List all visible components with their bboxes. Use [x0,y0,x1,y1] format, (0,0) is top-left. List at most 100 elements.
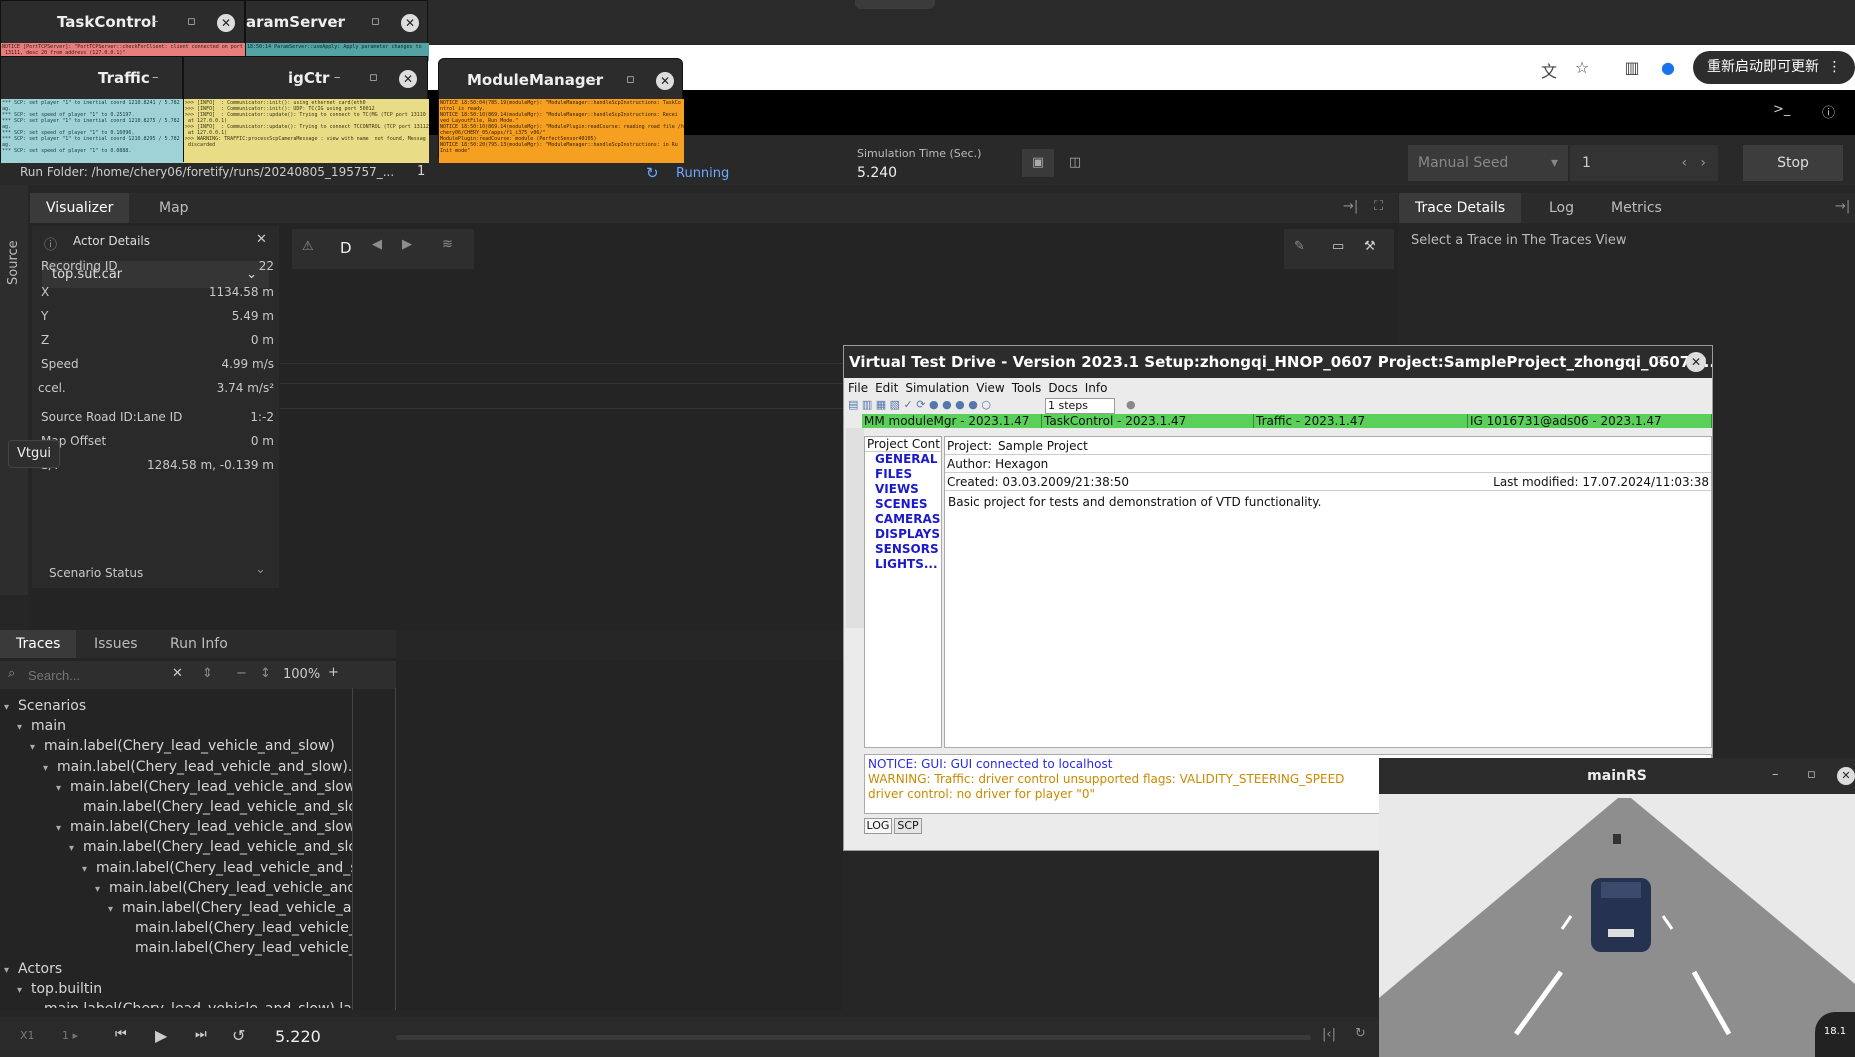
tab-metrics[interactable]: Metrics [1595,193,1678,223]
maximize-icon[interactable]: ▫ [369,57,378,99]
expand-arrow-icon[interactable]: ▾ [69,839,83,859]
skip-forward-icon[interactable]: ⏭ [195,1027,207,1042]
star-icon[interactable]: ☆ [1572,58,1592,78]
trace-tree-item[interactable]: main.label(Chery_lead_vehicle_a [121,918,352,938]
trace-tree-item[interactable]: ▾ main.label(Chery_lead_vehicle_and_ [95,878,352,898]
timeline-scrubber[interactable] [396,1035,1311,1040]
search-input[interactable] [28,665,178,685]
close-icon[interactable]: ✕ [401,14,419,32]
minimize-icon[interactable]: – [592,59,599,101]
zoom-out-icon[interactable]: − [236,666,247,681]
trace-tree-item[interactable]: main.label(Chery_lead_vehicle_and_slow [69,797,352,817]
tab-trace-details[interactable]: Trace Details [1399,193,1522,223]
fullscreen-icon[interactable]: ⛶ [1374,199,1383,214]
info-icon[interactable]: ⓘ [1822,102,1835,121]
chevron-down-icon[interactable]: ⌄ [255,562,266,577]
expand-arrow-icon[interactable]: ▾ [17,981,31,1001]
view-d-button[interactable]: D [340,239,352,257]
replay-icon[interactable]: ↺ [232,1026,245,1045]
tab-log[interactable]: Log [1533,193,1590,223]
reset-icon[interactable]: ↻ [1355,1026,1366,1041]
maximize-icon[interactable]: ▫ [371,1,380,43]
vtd-side-icons[interactable] [846,428,864,628]
menu-item[interactable]: View [976,381,1004,395]
menu-item[interactable]: Tools [1012,381,1042,395]
close-icon[interactable]: ✕ [217,14,235,32]
zoom-in-icon[interactable]: + [328,665,339,680]
trace-tree-item[interactable]: main.label(Chery_lead_vehicle_and_slow).… [30,999,352,1008]
trace-tree-item[interactable]: ▾ main [17,716,66,736]
expand-arrow-icon[interactable]: ▾ [17,718,31,738]
minimize-icon[interactable]: – [152,57,159,99]
tab-map[interactable]: Map [143,193,205,223]
camera-icon[interactable]: ▭ [1332,239,1344,254]
warning-icon[interactable]: ⚠ [302,239,314,254]
terminal-icon[interactable]: >_ [1773,102,1790,117]
arrow-right-icon[interactable]: ▶ [402,237,412,252]
close-icon[interactable]: ✕ [256,232,267,247]
source-tab[interactable]: Source [6,240,21,285]
tab-scp[interactable]: SCP [894,818,922,834]
stop-button[interactable]: Stop [1743,145,1843,181]
speed-selector[interactable]: X1 [20,1029,35,1042]
seed-value-input[interactable]: 1 ‹ › [1570,145,1718,181]
project-description[interactable]: Basic project for tests and demonstratio… [948,495,1321,509]
trace-tree-item[interactable]: ▾ Scenarios [4,696,86,716]
maximize-icon[interactable]: ▫ [1656,352,1665,367]
expand-arrow-icon[interactable]: ▾ [4,698,18,718]
project-tree-item[interactable]: DISPLAYS [865,527,941,542]
seed-mode-select[interactable]: Manual Seed ▾ [1408,145,1568,181]
trace-tree-item[interactable]: main.label(Chery_lead_vehicle_a [121,938,352,958]
expand-arrow-icon[interactable]: ▾ [56,819,70,839]
play-icon[interactable]: ▶ [155,1026,167,1045]
layout-single-button[interactable]: ▣ [1022,149,1054,177]
sidebar-icon[interactable]: ▥ [1622,58,1642,78]
toolbar-icons[interactable]: ▤ ▥ ▦ ▧ ✓ ⟳ ● ● ● ● ○ [848,398,991,411]
scenario-status[interactable]: Scenario Status [49,566,143,580]
minimize-icon[interactable]: – [1622,352,1629,367]
author-value[interactable]: Hexagon [995,457,1048,471]
expand-arrow-icon[interactable]: ▾ [95,880,109,900]
project-tree-item[interactable]: SCENES [865,497,941,512]
menu-item[interactable]: Edit [875,381,898,395]
profile-icon[interactable]: ● [1658,58,1678,78]
clear-icon[interactable]: ✕ [172,666,183,681]
project-tree-item[interactable]: VIEWS [865,482,941,497]
expand-arrow-icon[interactable]: ▾ [30,738,44,758]
sort-icon[interactable]: ⇕ [202,666,213,681]
fit-range-icon[interactable]: |‹| [1322,1027,1336,1042]
project-tree-item[interactable]: GENERAL [865,452,941,467]
tab-run-info[interactable]: Run Info [154,630,244,658]
minimize-icon[interactable]: – [1772,767,1779,782]
expand-arrow-icon[interactable]: ▾ [56,779,70,799]
close-icon[interactable]: ✕ [399,70,417,88]
trace-tree-item[interactable]: ▾ main.label(Chery_lead_vehicle_and_sl [82,858,352,878]
close-icon[interactable]: ✕ [656,72,674,90]
minimize-icon[interactable]: – [152,1,159,43]
tab-issues[interactable]: Issues [78,630,154,658]
menu-item[interactable]: File [848,381,868,395]
trace-tree-item[interactable]: ▾ main.label(Chery_lead_vehicle_and_slow)… [43,757,352,777]
close-icon[interactable]: ✕ [1837,767,1855,785]
trace-tree-item[interactable]: ▾ main.label(Chery_lead_vehicle_an [108,898,352,918]
menu-item[interactable]: Docs [1048,381,1077,395]
layout-split-button[interactable]: ◫ [1059,149,1091,177]
menu-item[interactable]: Info [1085,381,1108,395]
minimize-icon[interactable]: – [334,57,341,99]
trace-tree-item[interactable]: ▾ main.label(Chery_lead_vehicle_and_slow) [30,736,335,756]
trace-tree-item[interactable]: ▾ top.builtin [17,979,102,999]
minimize-icon[interactable]: – [336,1,343,43]
trace-tree-item[interactable]: ▾ main.label(Chery_lead_vehicle_and_slow) [56,777,352,797]
project-tree-item[interactable]: SENSORS [865,542,941,557]
project-tree-item[interactable]: FILES [865,467,941,482]
skip-back-icon[interactable]: ⏮ [115,1027,127,1042]
translate-icon[interactable]: 文 [1539,58,1559,81]
arrow-left-icon[interactable]: ◀ [372,237,382,252]
pencil-icon[interactable]: ✎ [1294,239,1305,254]
layers-icon[interactable]: ≋ [442,237,453,252]
trace-tree-item[interactable]: ▾ main.label(Chery_lead_vehicle_and_slow) [56,817,352,837]
expand-arrow-icon[interactable]: ▾ [4,961,18,981]
project-value[interactable]: Sample Project [998,439,1088,453]
step-selector[interactable]: 1 ▸ [62,1029,78,1042]
maximize-icon[interactable]: ▫ [1807,767,1816,782]
